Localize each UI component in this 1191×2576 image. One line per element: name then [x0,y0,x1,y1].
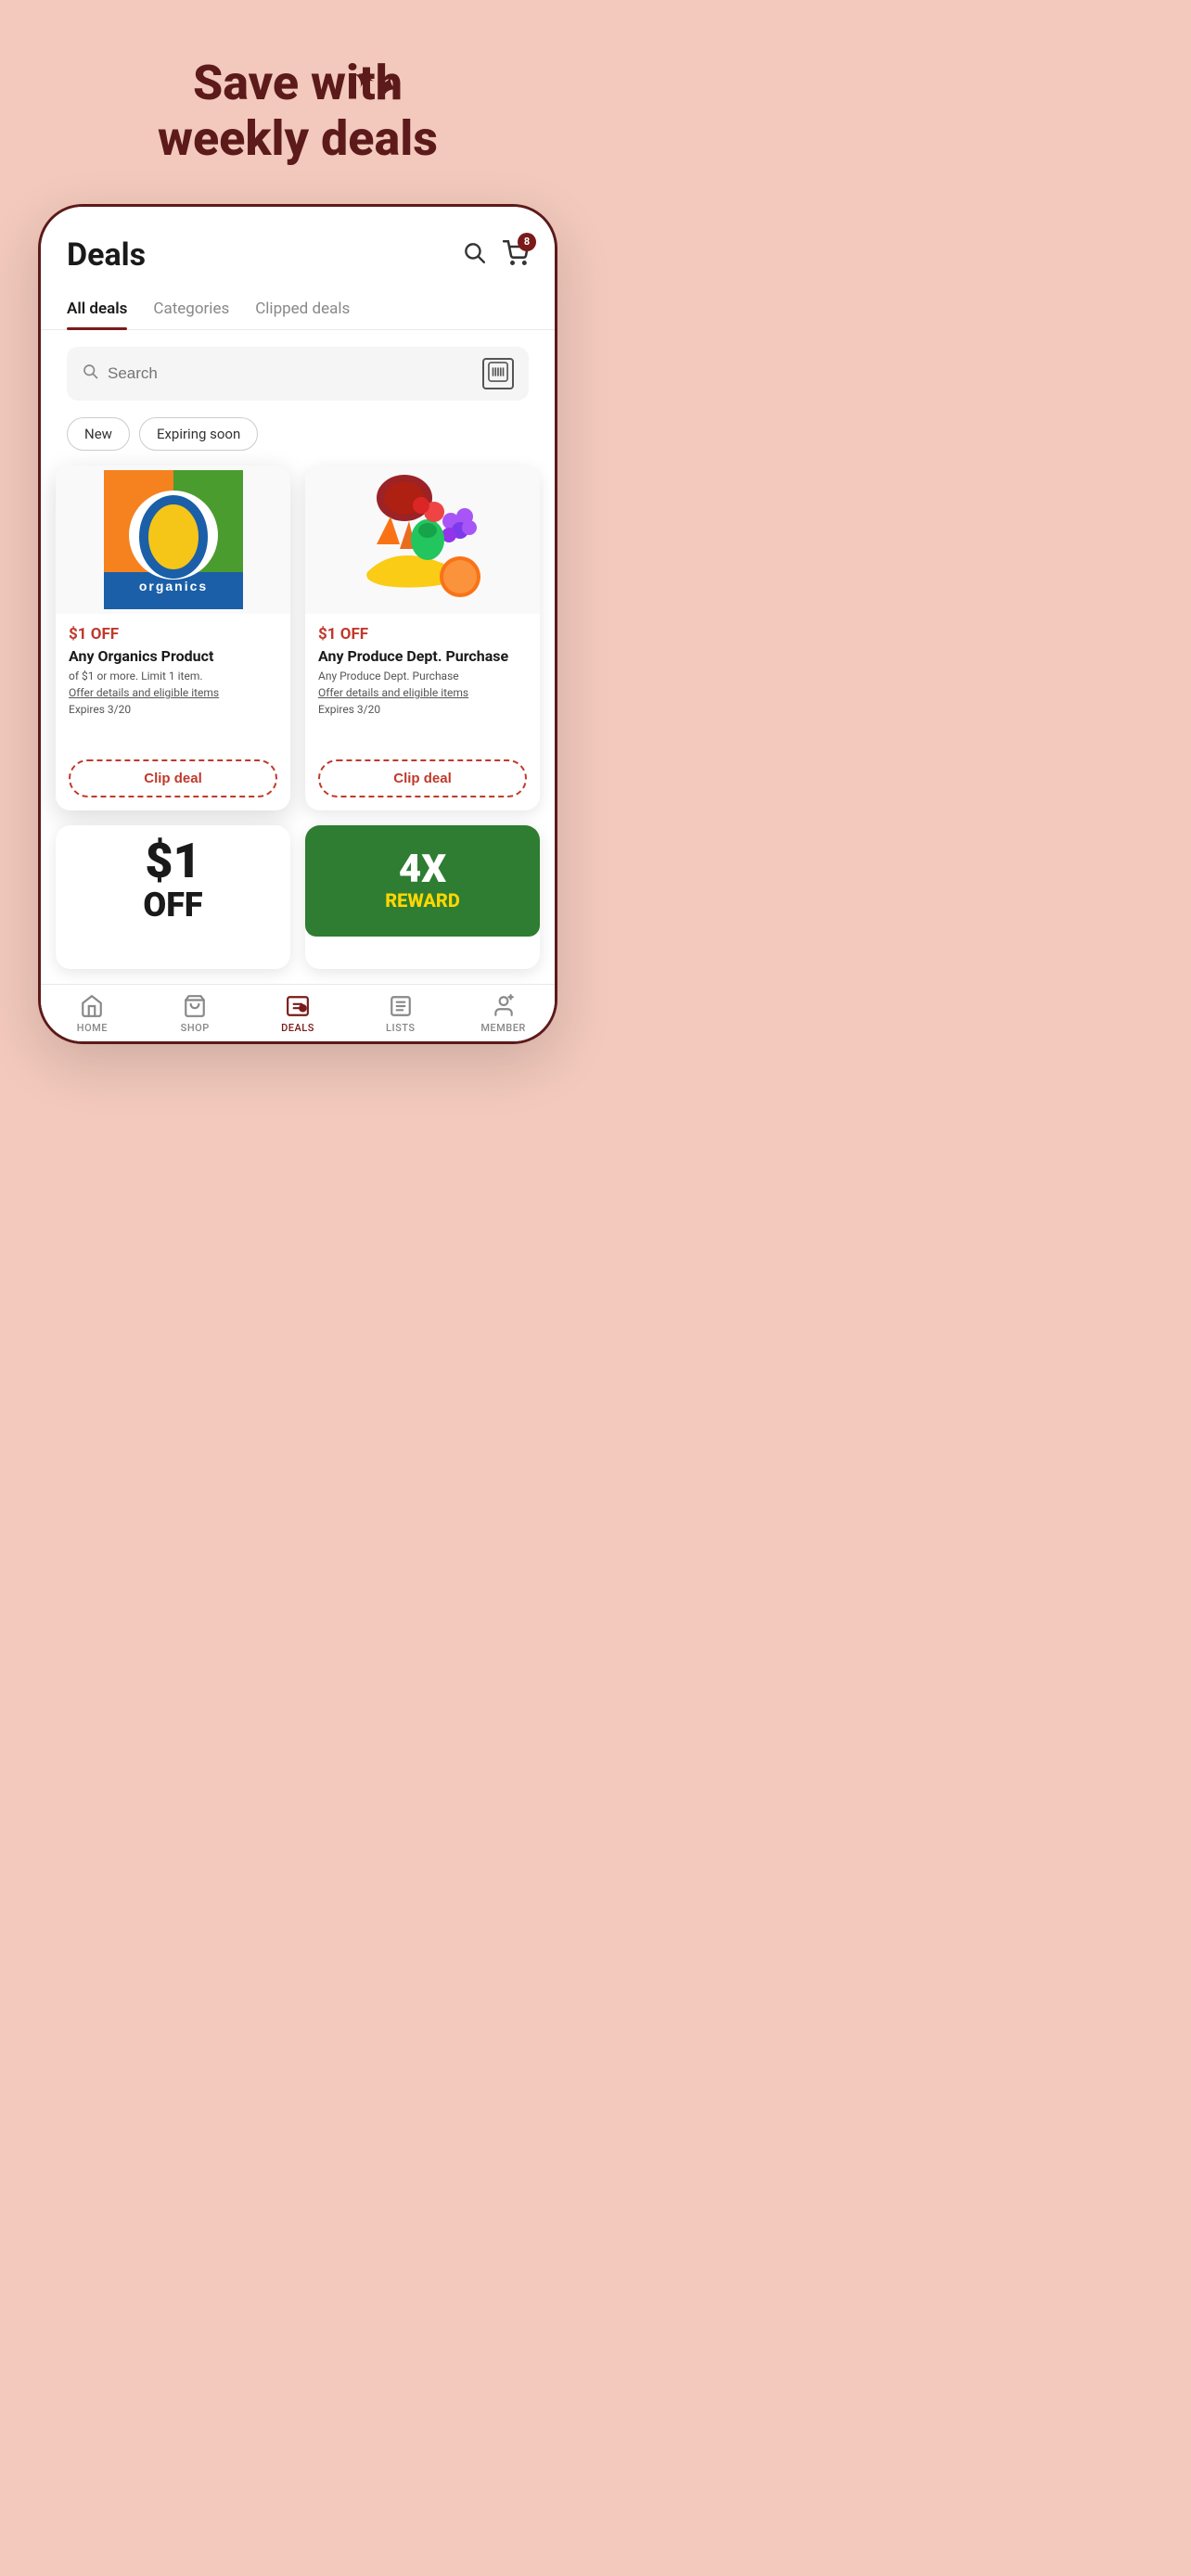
cart-badge: 8 [518,233,536,251]
partial-big-price: $1 [143,837,202,886]
produce-image-area [305,465,540,614]
svg-text:organics: organics [138,579,207,593]
deal-card-partial-2[interactable]: 4X REWARD [305,825,540,969]
deal-card-partial-1[interactable]: $1 OFF [56,825,290,969]
nav-item-deals[interactable]: DEALS [247,994,350,1034]
bottom-nav: HOME SHOP DEALS [41,984,555,1041]
chip-new[interactable]: New [67,417,130,451]
deal-desc-produce: Any Produce Dept. Purchase [318,670,527,682]
cart-button[interactable]: 8 [503,240,529,270]
deals-icon [286,994,310,1018]
phone-frame: Deals 8 A [38,204,557,1044]
organics-image-area: organics [56,465,290,614]
search-bar[interactable] [67,347,529,401]
tab-all-deals[interactable]: All deals [67,288,127,329]
tab-clipped-deals[interactable]: Clipped deals [255,288,350,329]
phone-content: Deals 8 A [41,207,555,1041]
deal-body-organics: $1 OFF Any Organics Product of $1 or mor… [56,614,290,810]
page-title: Deals [67,236,146,274]
deal-card-produce[interactable]: $1 OFF Any Produce Dept. Purchase Any Pr… [305,465,540,810]
reward-label: REWARD [385,889,460,912]
nav-item-home[interactable]: HOME [41,994,144,1034]
member-icon [492,994,516,1018]
deal-link-produce[interactable]: Offer details and eligible items [318,686,527,699]
organics-logo: organics [104,470,243,609]
barcode-icon[interactable] [482,358,514,389]
deal-name-organics: Any Organics Product [69,647,277,667]
deal-body-produce: $1 OFF Any Produce Dept. Purchase Any Pr… [305,614,540,810]
deal-card-organics[interactable]: organics $1 OFF Any Organics Product of … [56,465,290,810]
reward-content: 4X REWARD [305,825,540,937]
filter-chips: New Expiring soon [41,417,555,465]
reward-multiplier: 4X [385,850,460,889]
partial-big-off: OFF [143,886,202,925]
nav-label-lists: LISTS [386,1022,416,1034]
home-icon [80,994,104,1018]
search-icon-button[interactable] [462,240,486,270]
lists-icon [389,994,413,1018]
produce-image [349,470,497,609]
nav-item-member[interactable]: MEMBER [452,994,555,1034]
clip-deal-button-organics[interactable]: Clip deal [69,759,277,797]
tab-categories[interactable]: Categories [153,288,229,329]
partial-price-content: $1 OFF [56,825,290,937]
deal-link-organics[interactable]: Offer details and eligible items [69,686,277,699]
nav-item-lists[interactable]: LISTS [349,994,452,1034]
chip-expiring-soon[interactable]: Expiring soon [139,417,258,451]
search-bar-icon [82,363,98,384]
deal-expires-organics: Expires 3/20 [69,703,277,716]
nav-label-home: HOME [77,1022,108,1034]
deal-name-produce: Any Produce Dept. Purchase [318,647,527,667]
clip-deal-button-produce[interactable]: Clip deal [318,759,527,797]
search-input[interactable] [108,364,473,383]
hero-section: Save withweekly deals ✦✦ [121,0,475,204]
deal-discount-organics: $1 OFF [69,625,277,644]
nav-label-member: MEMBER [480,1022,526,1034]
deal-expires-produce: Expires 3/20 [318,703,527,716]
nav-label-shop: SHOP [181,1022,210,1034]
shop-icon [183,994,207,1018]
deal-discount-produce: $1 OFF [318,625,527,644]
nav-item-shop[interactable]: SHOP [144,994,247,1034]
header-icons: 8 [462,240,529,270]
tabs-bar: All deals Categories Clipped deals [41,288,555,330]
nav-label-deals: DEALS [281,1022,314,1034]
deals-grid: organics $1 OFF Any Organics Product of … [41,465,555,984]
app-header: Deals 8 [41,207,555,288]
deal-desc-organics: of $1 or more. Limit 1 item. [69,670,277,682]
